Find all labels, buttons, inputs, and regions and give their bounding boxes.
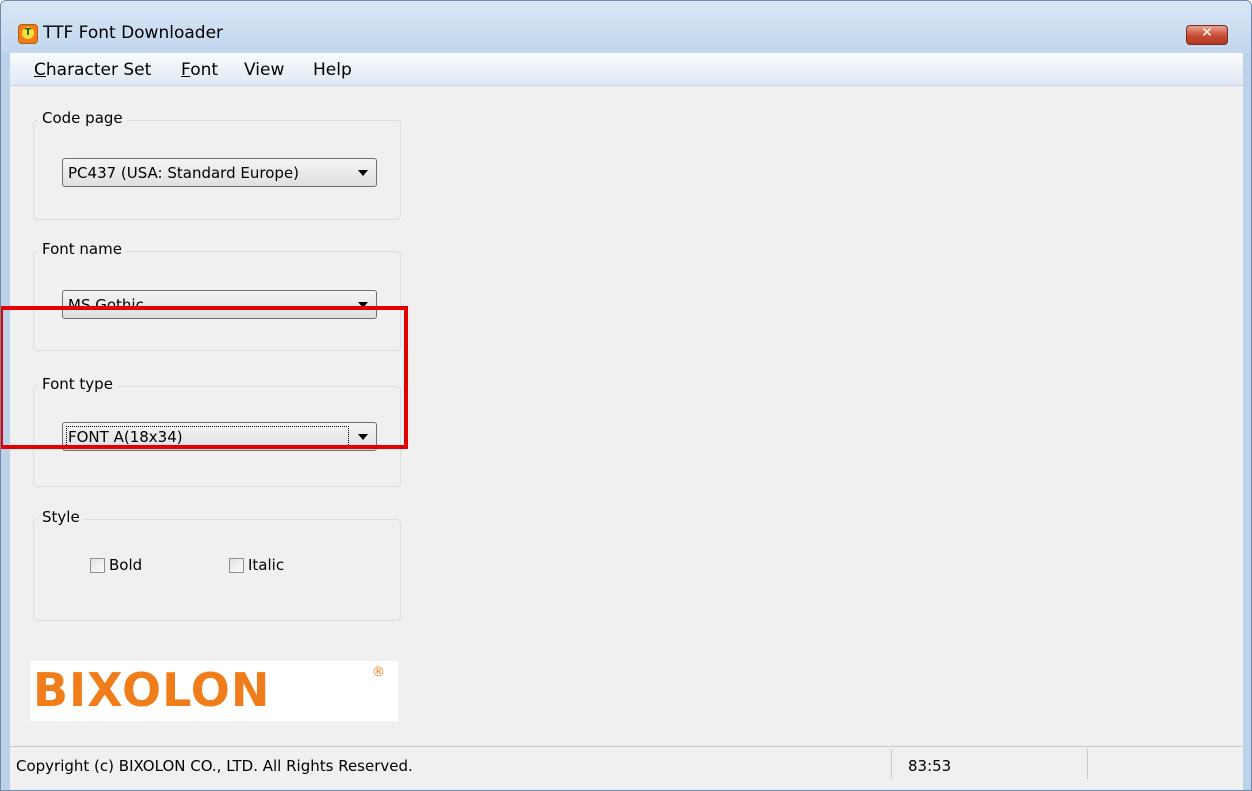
status-bar: Copyright (c) BIXOLON CO., LTD. All Righ… — [10, 746, 1243, 790]
menu-font-mnemonic: F — [181, 60, 191, 80]
menu-character-set[interactable]: Character Set — [34, 60, 151, 80]
close-button[interactable]: ✕ — [1186, 25, 1228, 45]
chevron-down-icon — [358, 170, 368, 176]
menu-character-set-mnemonic: C — [34, 60, 46, 80]
style-label: Style — [38, 508, 84, 526]
status-pane-position: 83:53 — [892, 749, 1088, 779]
code-page-value: PC437 (USA: Standard Europe) — [68, 164, 299, 182]
window-title: TTF Font Downloader — [43, 23, 224, 43]
italic-label[interactable]: Italic — [248, 556, 284, 574]
style-group: Style Bold Italic — [33, 508, 401, 621]
logo-text: BIXOLON — [33, 663, 271, 717]
menu-font[interactable]: Font — [181, 60, 218, 80]
bold-checkbox[interactable] — [90, 558, 105, 573]
title-bar[interactable]: TTF Font Downloader ✕ — [1, 1, 1251, 53]
bixolon-logo: BIXOLON ® — [30, 661, 398, 721]
menu-view[interactable]: View — [244, 60, 284, 80]
registered-mark: ® — [372, 665, 385, 680]
close-icon: ✕ — [1201, 25, 1213, 41]
bold-label[interactable]: Bold — [109, 556, 142, 574]
menu-character-set-rest: haracter Set — [45, 60, 152, 80]
code-page-group: Code page PC437 (USA: Standard Europe) — [33, 109, 401, 220]
font-name-label: Font name — [38, 240, 126, 258]
position-text: 83:53 — [908, 757, 952, 775]
menu-font-rest: ont — [190, 60, 219, 80]
status-pane-empty — [1088, 749, 1243, 779]
status-pane-copyright: Copyright (c) BIXOLON CO., LTD. All Righ… — [10, 749, 892, 779]
highlight-box — [1, 306, 408, 449]
menu-bar: Character Set Font View Help — [10, 53, 1243, 86]
italic-checkbox[interactable] — [229, 558, 244, 573]
code-page-label: Code page — [38, 109, 127, 127]
app-window: TTF Font Downloader ✕ Character Set Font… — [0, 0, 1252, 791]
copyright-text: Copyright (c) BIXOLON CO., LTD. All Righ… — [16, 757, 413, 775]
menu-help[interactable]: Help — [313, 60, 352, 80]
code-page-dropdown[interactable]: PC437 (USA: Standard Europe) — [62, 158, 377, 187]
app-icon — [18, 24, 38, 44]
